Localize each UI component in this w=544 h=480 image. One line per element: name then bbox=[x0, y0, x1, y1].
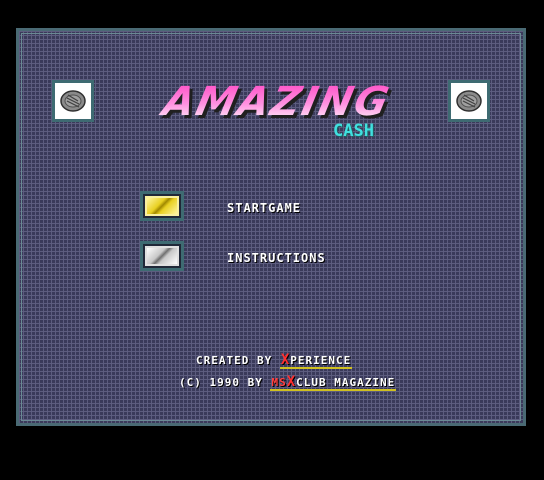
brand-rest: PERIENCE bbox=[290, 354, 352, 367]
start-game-label[interactable]: STARTGAME bbox=[227, 201, 301, 215]
instructions-button-face bbox=[145, 246, 179, 266]
coin-frame-left bbox=[52, 80, 94, 122]
start-game-button[interactable] bbox=[140, 191, 184, 221]
game-screen: AMAZING AMAZING CASH CASH STARTGAME INST… bbox=[16, 28, 526, 426]
magazine-rest: CLUB MAGAZINE bbox=[296, 376, 396, 389]
experience-brand: XPERIENCE bbox=[279, 352, 353, 369]
logo-text: AMAZING bbox=[156, 77, 395, 124]
brand-x: X bbox=[280, 352, 291, 368]
created-by-text: CREATED BY bbox=[196, 354, 273, 367]
game-subtitle: CASH CASH bbox=[333, 121, 375, 141]
coin-icon bbox=[58, 86, 88, 116]
instructions-button[interactable] bbox=[140, 241, 184, 271]
copyright-credit: (C) 1990 BY MSXCLUB MAGAZINE bbox=[179, 374, 397, 391]
copyright-text: (C) 1990 BY bbox=[179, 376, 263, 389]
coin-frame-right bbox=[448, 80, 490, 122]
game-logo: AMAZING AMAZING bbox=[156, 77, 398, 125]
magazine-x: X bbox=[286, 374, 297, 390]
coin-icon bbox=[454, 86, 484, 116]
magazine-ms: MS bbox=[271, 376, 287, 389]
instructions-label[interactable]: INSTRUCTIONS bbox=[227, 251, 326, 265]
start-game-button-face bbox=[145, 196, 179, 216]
created-by-credit: CREATED BY XPERIENCE bbox=[196, 352, 353, 369]
magazine-brand: MSXCLUB MAGAZINE bbox=[270, 374, 397, 391]
subtitle-text: CASH bbox=[333, 121, 374, 141]
